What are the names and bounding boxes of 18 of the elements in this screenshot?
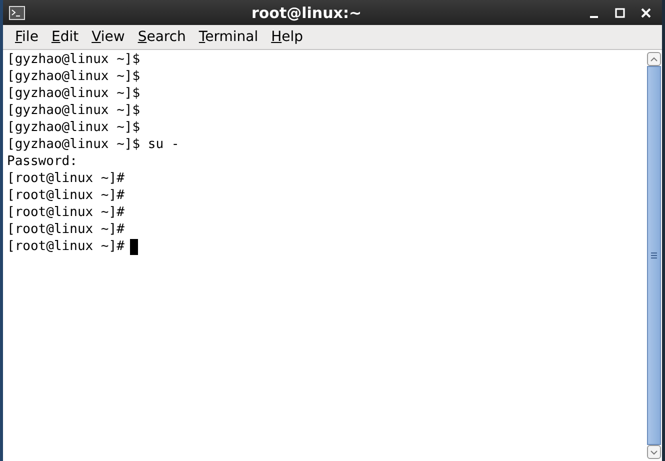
scrollbar-thumb[interactable] xyxy=(647,66,661,445)
caret-up-icon xyxy=(650,56,658,62)
menu-item[interactable]: Terminal xyxy=(192,29,264,45)
maximize-icon[interactable] xyxy=(614,6,626,18)
terminal-icon xyxy=(9,6,25,20)
scroll-down-button[interactable] xyxy=(647,445,661,459)
menu-item[interactable]: Help xyxy=(265,29,310,45)
text-cursor xyxy=(130,238,138,254)
scroll-up-button[interactable] xyxy=(647,52,661,66)
close-icon[interactable] xyxy=(640,6,652,18)
menu-item[interactable]: Edit xyxy=(45,29,85,45)
window-title: root@linux:~ xyxy=(250,4,363,22)
caret-down-icon xyxy=(650,450,658,454)
terminal-output: [gyzhao@linux ~]$ [gyzhao@linux ~]$ [gyzhao@linux ~]$ [gyzhao@linux ~]$ [gyzhao@linux ~]$ [gyzhao@linux ~]$ su - Password: [root@linux ~]# [root@linux ~]# [root@linux ~]# [root@linux ~]# [root@linux ~]# xyxy=(6,51,180,256)
menu-item[interactable]: File xyxy=(9,29,44,45)
menu-item[interactable]: Search xyxy=(132,29,192,45)
menu-item[interactable]: View xyxy=(86,29,131,45)
grip-icon xyxy=(651,252,657,259)
